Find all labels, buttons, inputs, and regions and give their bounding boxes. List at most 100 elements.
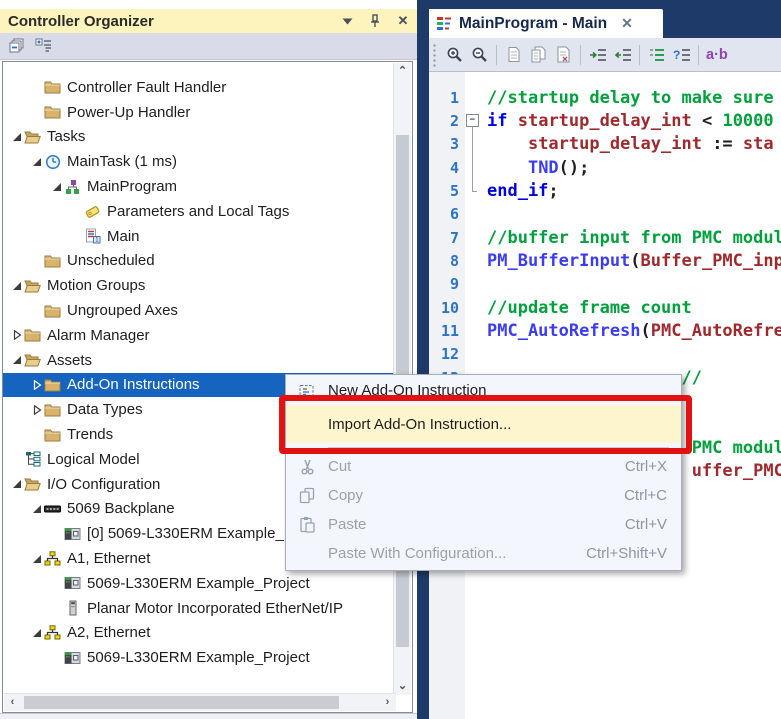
tree-item-label: 5069-L330ERM Example_Project (87, 649, 310, 666)
expander-expanded-icon[interactable] (9, 280, 24, 292)
folder-icon (44, 402, 61, 418)
chevron-down-icon[interactable] (339, 13, 355, 29)
expander-collapsed-icon[interactable] (29, 404, 44, 416)
expander-expanded-icon[interactable] (9, 131, 24, 143)
code-line-3[interactable]: 3 startup_delay_int := sta (429, 133, 781, 156)
menu-item-paste: PasteCtrl+V (286, 510, 681, 539)
line-number: 5 (429, 182, 465, 200)
tree-item-parameters-and-local-tags[interactable]: Parameters and Local Tags (3, 199, 394, 224)
cut-icon (296, 458, 318, 476)
context-menu: New Add-On InstructionImport Add-On Inst… (285, 374, 682, 571)
code-line-2[interactable]: 2−if startup_delay_int < 10000 (429, 109, 781, 132)
clock-icon (44, 154, 61, 170)
tree-item-alarm-manager[interactable]: Alarm Manager (3, 323, 394, 348)
comment-lines-icon[interactable] (644, 43, 669, 67)
tree-item-unscheduled[interactable]: Unscheduled (3, 249, 394, 274)
tree-item-label: Logical Model (47, 451, 140, 468)
code-line-10[interactable]: 10//update frame count (429, 296, 781, 319)
tree-item-label: I/O Configuration (47, 476, 160, 493)
tree-item-5069-l330erm-example-project[interactable]: 5069-L330ERM Example_Project (3, 645, 394, 670)
menu-item-paste-with-configuration: Paste With Configuration...Ctrl+Shift+V (286, 539, 681, 568)
menu-item-shortcut: Ctrl+Shift+V (586, 545, 667, 562)
menu-item-import-add-on-instruction[interactable]: Import Add-On Instruction... (286, 405, 681, 443)
code-text: startup_delay_int := sta (481, 134, 774, 154)
expander-expanded-icon[interactable] (29, 627, 44, 639)
no-icon (296, 545, 318, 563)
toolbar-grip[interactable] (432, 43, 438, 67)
code-line-5[interactable]: 5end_if; (429, 179, 781, 202)
zoom-in-icon[interactable] (442, 43, 467, 67)
tree-item-assets[interactable]: Assets (3, 348, 394, 373)
browse-tags-icon[interactable]: a·b (703, 47, 728, 63)
code-line-12[interactable]: 12 (429, 343, 781, 366)
collapse-all-icon[interactable] (6, 36, 26, 56)
line-number: 1 (429, 89, 465, 107)
expander-expanded-icon[interactable] (29, 553, 44, 565)
code-line-11[interactable]: 11PMC_AutoRefresh(PMC_AutoRefresh_inp (429, 319, 781, 342)
editor-toolbar: ? a·b (429, 38, 781, 72)
code-line-4[interactable]: 4 TND(); (429, 156, 781, 179)
status-strip (0, 713, 417, 719)
verify-document-icon[interactable] (551, 43, 576, 67)
folder-icon (44, 303, 61, 319)
expander-none (69, 205, 84, 217)
tree-item-label: Power-Up Handler (67, 104, 190, 121)
folder-icon (44, 427, 61, 443)
tree-item-tasks[interactable]: Tasks (3, 125, 394, 150)
tree-item-a2-ethernet[interactable]: A2, Ethernet (3, 621, 394, 646)
ethernet-icon (44, 625, 61, 641)
indent-icon[interactable] (585, 43, 610, 67)
menu-item-new-add-on-instruction[interactable]: New Add-On Instruction (286, 376, 681, 405)
expander-collapsed-icon[interactable] (9, 329, 24, 341)
panel-divider[interactable] (417, 0, 429, 719)
zoom-out-icon[interactable] (467, 43, 492, 67)
horizontal-scrollbar-thumb[interactable] (24, 696, 339, 709)
code-line-6[interactable]: 6 (429, 203, 781, 226)
tree-item-planar-motor-incorporated-ethernet-ip[interactable]: Planar Motor Incorporated EtherNet/IP (3, 596, 394, 621)
expander-expanded-icon[interactable] (49, 181, 64, 193)
horizontal-scrollbar[interactable]: ‹ › (4, 693, 396, 711)
menu-item-cut: CutCtrl+X (286, 452, 681, 481)
fold-guide (465, 86, 481, 109)
add-component-icon[interactable] (34, 36, 54, 56)
fold-guide (465, 203, 481, 226)
code-line-1[interactable]: 1 //startup delay to make sure (429, 86, 781, 109)
document-icon[interactable] (501, 43, 526, 67)
tree-item-mainprogram[interactable]: MainProgram (3, 174, 394, 199)
copy-document-icon[interactable] (526, 43, 551, 67)
fold-collapse-icon[interactable]: − (465, 109, 481, 132)
expander-collapsed-icon[interactable] (29, 379, 44, 391)
expander-expanded-icon[interactable] (29, 156, 44, 168)
fold-guide (465, 319, 481, 342)
expander-expanded-icon[interactable] (9, 478, 24, 490)
fold-guide (465, 343, 481, 366)
tab-close-icon[interactable]: ✕ (621, 15, 633, 32)
code-line-9[interactable]: 9 (429, 273, 781, 296)
uncomment-lines-icon[interactable]: ? (669, 43, 694, 67)
tree-item-label: Alarm Manager (47, 327, 150, 344)
tree-item-5069-l330erm-example-project[interactable]: 5069-L330ERM Example_Project (3, 571, 394, 596)
code-line-7[interactable]: 7//buffer input from PMC module (429, 226, 781, 249)
pin-icon[interactable] (367, 13, 383, 29)
tree-item-maintask-1-ms[interactable]: MainTask (1 ms) (3, 149, 394, 174)
tree-item-label: Main (107, 228, 140, 245)
tree-item-ungrouped-axes[interactable]: Ungrouped Axes (3, 298, 394, 323)
close-icon[interactable]: ✕ (395, 13, 411, 29)
fold-guide (465, 133, 481, 156)
menu-item-label: Cut (328, 458, 625, 475)
expander-expanded-icon[interactable] (9, 354, 24, 366)
menu-item-shortcut: Ctrl+C (624, 487, 667, 504)
code-text: //startup delay to make sure (481, 88, 774, 108)
outdent-icon[interactable] (610, 43, 635, 67)
tree-item-label: Parameters and Local Tags (107, 203, 289, 220)
menu-item-copy: CopyCtrl+C (286, 481, 681, 510)
code-line-8[interactable]: 8PM_BufferInput(Buffer_PMC_input (429, 249, 781, 272)
tree-item-label: Ungrouped Axes (67, 302, 178, 319)
tree-item-motion-groups[interactable]: Motion Groups (3, 273, 394, 298)
tree-item-main[interactable]: 1Main (3, 224, 394, 249)
expander-expanded-icon[interactable] (29, 503, 44, 515)
tree-item-controller-fault-handler[interactable]: Controller Fault Handler (3, 75, 394, 100)
tree-item-power-up-handler[interactable]: Power-Up Handler (3, 100, 394, 125)
code-text: PMC_AutoRefresh(PMC_AutoRefresh_inp (481, 321, 781, 341)
tab-mainprogram-main[interactable]: MainProgram - Main ✕ (429, 9, 663, 38)
